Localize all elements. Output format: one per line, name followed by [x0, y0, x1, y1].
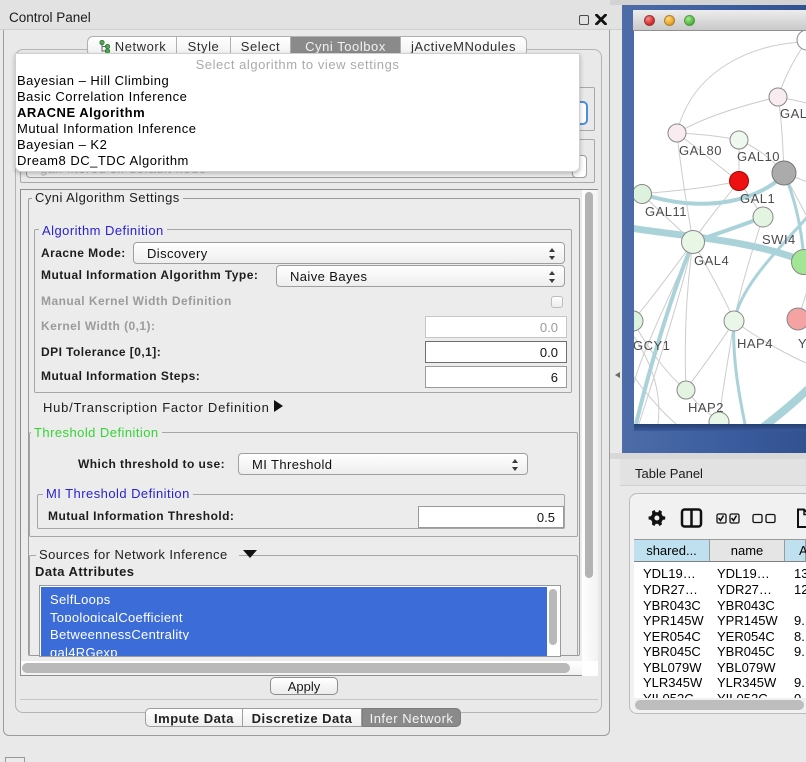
- svg-text:GAL: GAL: [780, 106, 806, 121]
- svg-text:GAL1: GAL1: [740, 191, 775, 206]
- svg-text:SWI4: SWI4: [762, 232, 796, 247]
- svg-text:GCY1: GCY1: [634, 338, 670, 353]
- svg-text:HAP2: HAP2: [688, 400, 724, 415]
- svg-text:GAL10: GAL10: [737, 149, 780, 164]
- svg-text:GAL80: GAL80: [679, 143, 722, 158]
- svg-text:Y: Y: [798, 336, 806, 351]
- svg-text:GAL11: GAL11: [645, 204, 687, 219]
- svg-text:HAP4: HAP4: [737, 336, 773, 351]
- svg-text:GAL4: GAL4: [694, 253, 729, 268]
